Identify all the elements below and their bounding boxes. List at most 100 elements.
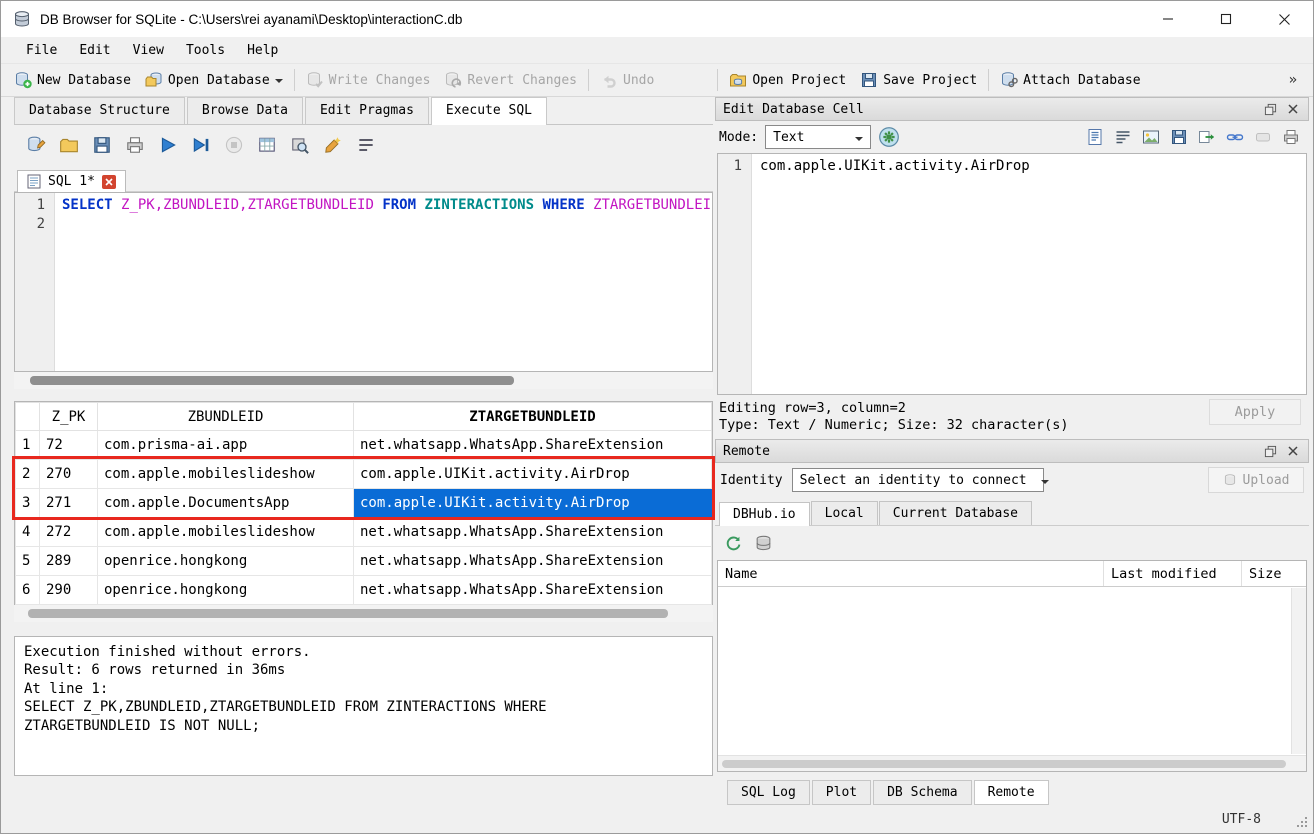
tab-edit-pragmas[interactable]: Edit Pragmas [305,97,429,124]
menu-help[interactable]: Help [236,40,289,61]
identity-select[interactable]: Select an identity to connect [792,468,1044,492]
cell[interactable]: net.whatsapp.WhatsApp.ShareExtension [354,518,712,547]
scrollbar-handle[interactable] [30,376,514,385]
cell[interactable]: openrice.hongkong [98,576,354,605]
cell[interactable]: 72 [40,431,98,460]
column-header-zbundleid[interactable]: ZBUNDLEID [98,403,354,431]
import-data-icon[interactable] [1170,128,1188,146]
scrollbar-handle[interactable] [28,609,668,618]
tab-sql-log[interactable]: SQL Log [727,780,810,805]
minimize-button[interactable] [1139,1,1197,37]
menu-edit[interactable]: Edit [68,40,121,61]
text-mode-icon[interactable] [1086,128,1104,146]
encoding-indicator[interactable]: UTF-8 [1222,812,1261,827]
mode-select[interactable]: Text [765,125,871,149]
save-project-button[interactable]: Save Project [853,67,984,93]
clone-database-icon[interactable] [754,534,773,553]
browse-objects-icon[interactable] [290,135,310,155]
sql-editor[interactable]: 1 2 SELECT Z_PK,ZBUNDLEID,ZTARGETBUNDLEI… [14,192,713,372]
remote-hscrollbar[interactable] [718,755,1306,771]
tab-remote[interactable]: Remote [974,780,1049,805]
scrollbar-handle[interactable] [722,760,1286,768]
cell[interactable]: 290 [40,576,98,605]
sql-code-area[interactable]: SELECT Z_PK,ZBUNDLEID,ZTARGETBUNDLEID FR… [55,193,712,371]
refresh-icon[interactable] [724,534,743,553]
format-sql-icon[interactable] [323,135,343,155]
tab-plot[interactable]: Plot [812,780,871,805]
menu-file[interactable]: File [15,40,68,61]
cell[interactable]: com.apple.DocumentsApp [98,489,354,518]
close-dock-icon[interactable] [1285,443,1301,459]
menu-view[interactable]: View [122,40,175,61]
cell[interactable]: openrice.hongkong [98,547,354,576]
word-wrap-icon[interactable] [356,135,376,155]
tab-local[interactable]: Local [811,501,878,525]
attach-database-icon [1000,71,1018,89]
remote-column-last-modified[interactable]: Last modified [1104,561,1242,586]
float-dock-icon[interactable] [1262,101,1278,117]
cell[interactable]: 271 [40,489,98,518]
sql-tab-1[interactable]: SQL 1* [17,170,126,192]
open-project-button[interactable]: Open Project [722,67,853,93]
image-mode-icon[interactable] [1142,128,1160,146]
tab-browse-data[interactable]: Browse Data [187,97,303,124]
cell[interactable]: 289 [40,547,98,576]
cell[interactable]: com.apple.mobileslideshow [98,460,354,489]
remote-column-size[interactable]: Size [1242,561,1306,586]
maximize-button[interactable] [1197,1,1255,37]
close-dock-icon[interactable] [1285,101,1301,117]
new-database-button[interactable]: New Database [7,67,138,93]
sql-editor-hscrollbar[interactable] [14,372,713,389]
float-dock-icon[interactable] [1262,443,1278,459]
tab-current-database[interactable]: Current Database [879,501,1032,525]
table-row[interactable]: 2 270 com.apple.mobileslideshow com.appl… [16,460,712,489]
close-button[interactable] [1255,1,1313,37]
cell[interactable]: com.apple.UIKit.activity.AirDrop [354,460,712,489]
selected-cell[interactable]: com.apple.UIKit.activity.AirDrop [354,489,712,518]
cell[interactable]: net.whatsapp.WhatsApp.ShareExtension [354,576,712,605]
attach-database-button[interactable]: Attach Database [993,67,1147,93]
cell-editor[interactable]: 1 com.apple.UIKit.activity.AirDrop [717,153,1307,395]
auto-switch-mode-icon[interactable] [878,126,900,148]
tab-db-schema[interactable]: DB Schema [873,780,971,805]
table-row[interactable]: 6 290 openrice.hongkong net.whatsapp.Wha… [16,576,712,605]
save-sql-file-icon[interactable] [92,135,112,155]
column-header-ztargetbundleid[interactable]: ZTARGETBUNDLEID [354,403,712,431]
table-row[interactable]: 1 72 com.prisma-ai.app net.whatsapp.What… [16,431,712,460]
link-icon[interactable] [1226,128,1244,146]
cell[interactable]: com.apple.mobileslideshow [98,518,354,547]
execute-all-icon[interactable] [158,135,178,155]
new-sql-icon[interactable] [26,135,46,155]
column-header-zpk[interactable]: Z_PK [40,403,98,431]
close-tab-icon[interactable] [102,175,116,189]
export-data-icon[interactable] [1198,128,1216,146]
remote-column-name[interactable]: Name [718,561,1104,586]
results-hscrollbar[interactable] [14,605,713,622]
open-sql-file-icon[interactable] [59,135,79,155]
tab-execute-sql[interactable]: Execute SQL [431,97,547,125]
print-cell-icon[interactable] [1282,128,1300,146]
open-database-button[interactable]: Open Database [138,67,290,93]
open-project-icon [729,71,747,89]
menu-tools[interactable]: Tools [175,40,236,61]
export-results-icon[interactable] [257,135,277,155]
cell[interactable]: net.whatsapp.WhatsApp.ShareExtension [354,431,712,460]
cell[interactable]: net.whatsapp.WhatsApp.ShareExtension [354,547,712,576]
print-sql-icon[interactable] [125,135,145,155]
resize-grip-icon[interactable] [1297,817,1309,829]
word-wrap-icon[interactable] [1114,128,1132,146]
remote-vscrollbar[interactable] [1291,588,1306,754]
cell[interactable]: 270 [40,460,98,489]
tab-database-structure[interactable]: Database Structure [14,97,185,124]
cell-content[interactable]: com.apple.UIKit.activity.AirDrop [752,154,1030,394]
cell[interactable]: com.prisma-ai.app [98,431,354,460]
table-row[interactable]: 3 271 com.apple.DocumentsApp com.apple.U… [16,489,712,518]
apply-button[interactable]: Apply [1209,399,1301,425]
toolbar-overflow-button[interactable]: » [1279,72,1307,88]
cell[interactable]: 272 [40,518,98,547]
tab-dbhub[interactable]: DBHub.io [719,502,810,526]
table-row[interactable]: 5 289 openrice.hongkong net.whatsapp.Wha… [16,547,712,576]
open-database-dropdown-caret[interactable] [275,79,283,87]
table-row[interactable]: 4 272 com.apple.mobileslideshow net.what… [16,518,712,547]
execute-line-icon[interactable] [191,135,211,155]
